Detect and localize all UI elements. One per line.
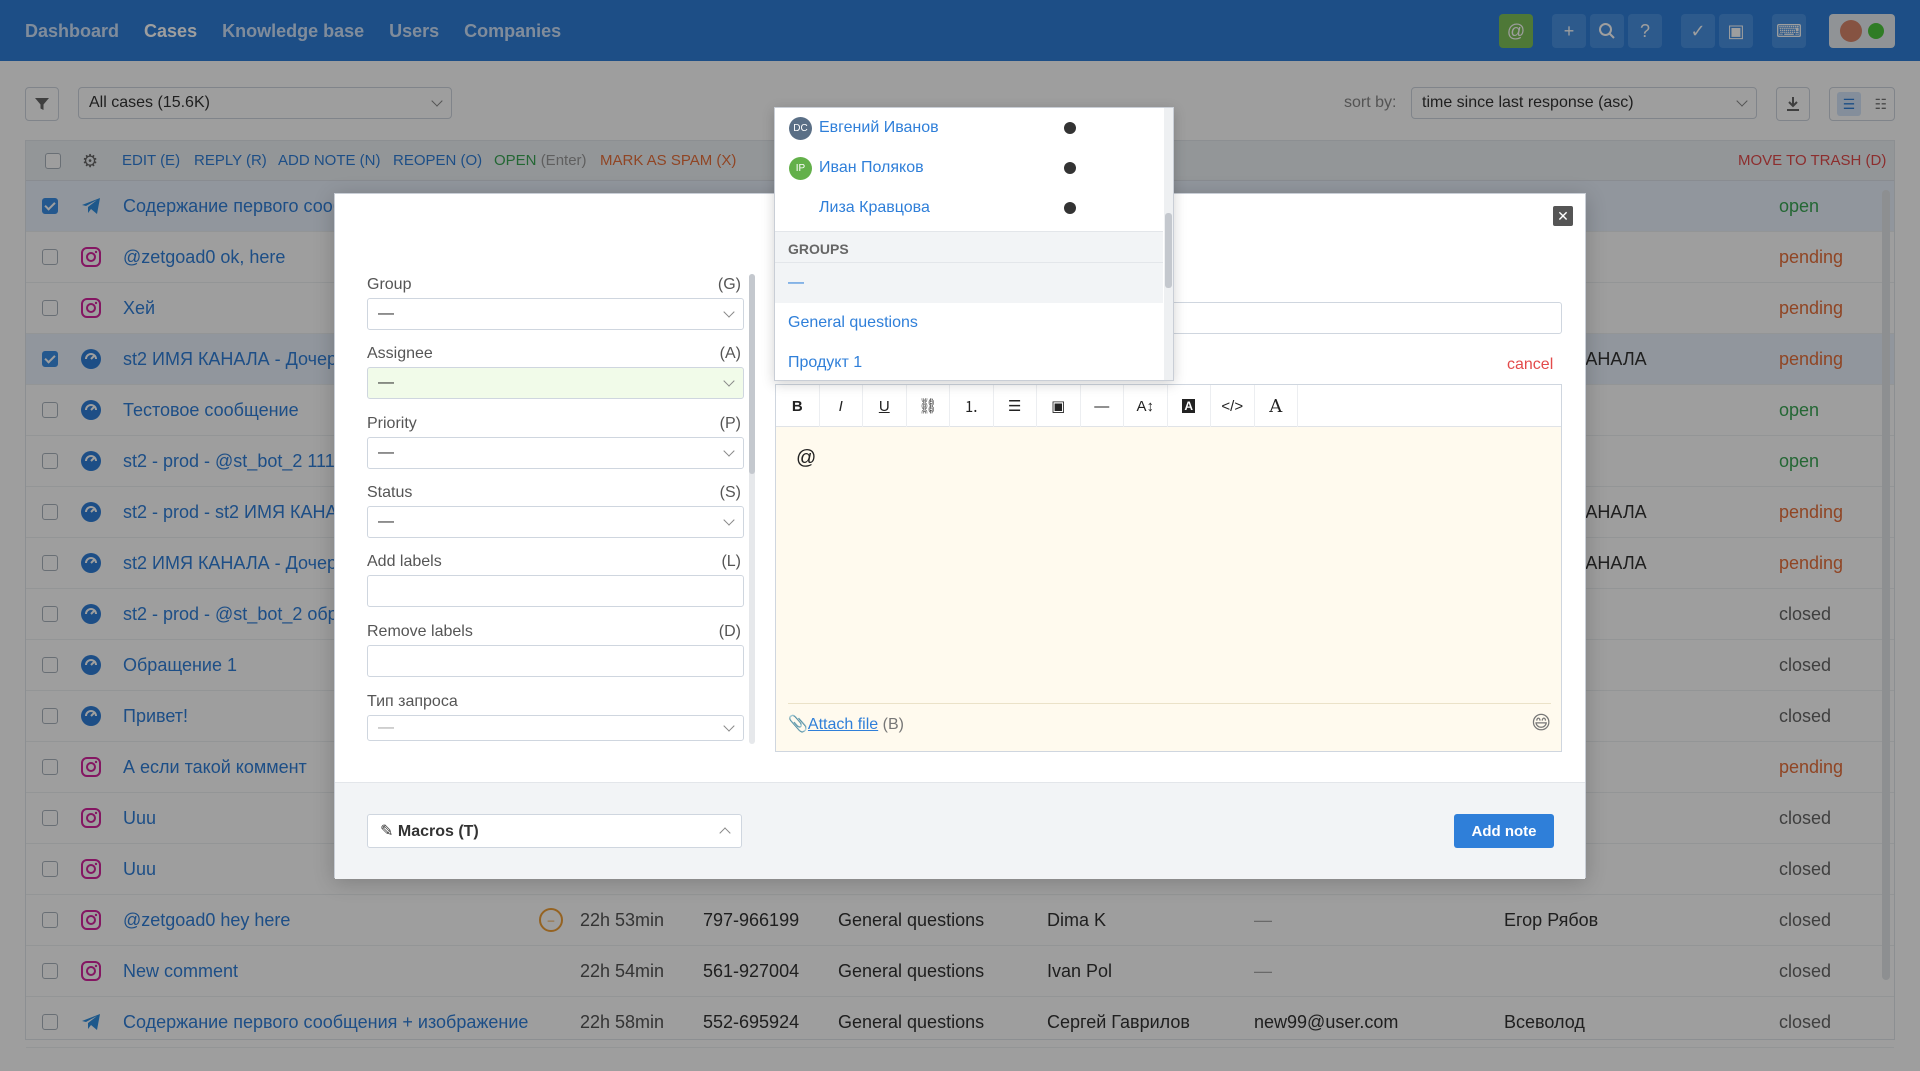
add-note-button[interactable]: Add note xyxy=(1454,814,1554,848)
field-label: Assignee (A) xyxy=(367,345,741,362)
mention-agent-item[interactable]: DC Евгений Иванов xyxy=(775,108,1163,148)
italic-button[interactable]: I xyxy=(820,385,863,427)
groups-header: GROUPS xyxy=(775,231,1163,263)
field-label: Remove labels (D) xyxy=(367,623,741,640)
editor-toolbar: B I U ⛓ ⒈ ☰ ▣ — A↕ A </> A xyxy=(776,385,1561,427)
chevron-down-icon xyxy=(723,375,735,387)
mention-agent-item[interactable]: IP Иван Поляков xyxy=(775,148,1163,188)
macros-select[interactable]: ✎ Macros (T) xyxy=(367,814,742,848)
mention-dropdown: DC Евгений Иванов IP Иван Поляков Лиза Кравц… xyxy=(774,107,1174,381)
field-label: Priority (P) xyxy=(367,415,741,432)
chevron-up-icon xyxy=(719,827,731,839)
editor-footer: 📎Attach file (B) 😄 xyxy=(788,703,1551,743)
font-size-icon[interactable]: A↕ xyxy=(1124,385,1168,427)
mention-group-item[interactable]: Продукт 1 xyxy=(775,343,1163,380)
font-color-icon[interactable]: A xyxy=(1168,385,1211,427)
ordered-list-icon[interactable]: ⒈ xyxy=(950,385,994,427)
mention-group-item[interactable]: — xyxy=(775,263,1163,303)
note-editor[interactable]: B I U ⛓ ⒈ ☰ ▣ — A↕ A </> A @ 📎Attach file (B) 😄 xyxy=(775,384,1562,752)
bold-button[interactable]: B xyxy=(776,385,820,427)
status-dot-icon xyxy=(1064,162,1076,174)
field-label: Add labels (L) xyxy=(367,553,741,570)
clear-format-icon[interactable]: A xyxy=(1255,385,1298,427)
field-тип-запроса-input[interactable]: — xyxy=(367,715,744,741)
field-status-input[interactable]: — xyxy=(367,506,744,538)
chevron-down-icon xyxy=(723,306,735,318)
field-priority-input[interactable]: — xyxy=(367,437,744,469)
field-label: Status (S) xyxy=(367,484,741,501)
magic-wand-icon: ✎ xyxy=(380,823,394,840)
attach-file[interactable]: 📎Attach file (B) xyxy=(788,714,904,734)
hr-icon[interactable]: — xyxy=(1081,385,1124,427)
emoji-icon[interactable]: 😄 xyxy=(1531,712,1551,735)
status-dot-icon xyxy=(1064,202,1076,214)
editor-content[interactable]: @ xyxy=(796,447,816,470)
cancel-link[interactable]: cancel xyxy=(1507,356,1553,374)
field-remove-labels-input[interactable] xyxy=(367,645,744,677)
field-label: Тип запроса xyxy=(367,693,458,710)
underline-button[interactable]: U xyxy=(863,385,907,427)
link-icon[interactable]: ⛓ xyxy=(907,385,950,427)
image-icon[interactable]: ▣ xyxy=(1037,385,1081,427)
dropdown-scrollbar[interactable] xyxy=(1164,108,1173,380)
status-dot-icon xyxy=(1064,122,1076,134)
code-icon[interactable]: </> xyxy=(1211,385,1255,427)
chevron-down-icon xyxy=(723,445,735,457)
avatar: DC xyxy=(789,116,812,140)
close-icon[interactable]: ✕ xyxy=(1553,206,1573,226)
field-group-input[interactable]: — xyxy=(367,298,744,330)
mention-group-item[interactable]: General questions xyxy=(775,303,1163,343)
field-label: Group (G) xyxy=(367,276,741,293)
avatar: IP xyxy=(789,156,812,180)
chevron-down-icon xyxy=(723,720,735,732)
mention-agent-item[interactable]: Лиза Кравцова xyxy=(775,188,1163,228)
fields-scrollbar[interactable] xyxy=(749,274,755,744)
field-add-labels-input[interactable] xyxy=(367,575,744,607)
field-assignee-input[interactable]: — xyxy=(367,367,744,399)
bullet-list-icon[interactable]: ☰ xyxy=(994,385,1037,427)
paperclip-icon: 📎 xyxy=(788,715,808,733)
chevron-down-icon xyxy=(723,514,735,526)
